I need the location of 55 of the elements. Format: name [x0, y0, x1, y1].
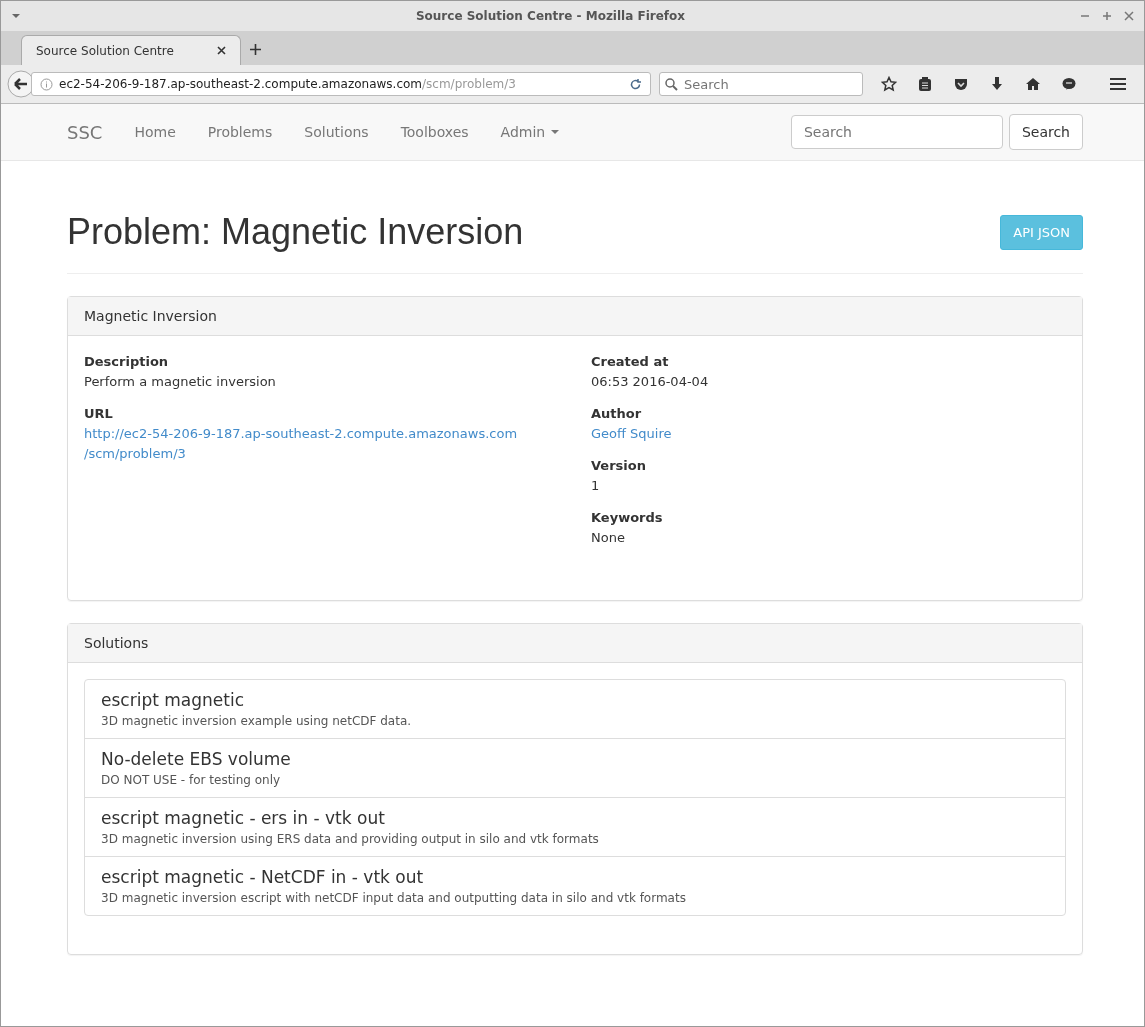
- solution-name: escript magnetic - NetCDF in - vtk out: [101, 867, 425, 887]
- window-menu-icon[interactable]: [11, 13, 21, 19]
- field-label: Author: [591, 405, 643, 423]
- solution-description: 3D magnetic inversion escript with netCDF input data and outputting data in silo and vtk formats: [101, 891, 687, 905]
- browser-search-field[interactable]: Search: [659, 72, 863, 96]
- search-icon: [665, 78, 678, 91]
- caret-icon: [551, 129, 560, 135]
- field-label: Keywords: [591, 509, 664, 527]
- new-tab-icon[interactable]: [249, 43, 262, 56]
- maximize-icon[interactable]: [1102, 11, 1112, 21]
- pocket-icon[interactable]: [953, 76, 969, 92]
- solution-item[interactable]: No-delete EBS volume DO NOT USE - for testing only: [85, 738, 1065, 797]
- tab-title: Source Solution Centre: [36, 43, 174, 58]
- solution-item[interactable]: escript magnetic 3D magnetic inversion example using netCDF data.: [85, 680, 1065, 738]
- solution-description: 3D magnetic inversion example using netCDF data.: [101, 714, 413, 728]
- search-button[interactable]: Search: [1008, 114, 1083, 150]
- field-value: Perform a magnetic inversion: [84, 373, 277, 391]
- field-label: Version: [591, 457, 647, 475]
- window-title: Source Solution Centre - Mozilla Firefox: [414, 9, 687, 23]
- field-value: 1: [591, 477, 601, 495]
- field-label: Created at: [591, 353, 670, 371]
- panel-heading: Magnetic Inversion: [84, 308, 217, 324]
- field-link[interactable]: Geoff Squire: [591, 424, 709, 444]
- search-field[interactable]: Search: [790, 115, 1003, 149]
- panel-heading: Solutions: [84, 635, 149, 651]
- page-title: Problem: Magnetic Inversion: [67, 211, 524, 253]
- field-label: Description: [84, 353, 170, 371]
- close-icon[interactable]: [217, 46, 226, 55]
- brand-link[interactable]: SSC: [67, 121, 103, 143]
- solution-description: DO NOT USE - for testing only: [101, 773, 282, 787]
- url-text: ec2-54-206-9-187.ap-southeast-2.compute.amazonaws.com/scm/problem/3: [59, 77, 517, 91]
- solution-name: escript magnetic - ers in - vtk out: [101, 808, 386, 828]
- solution-item[interactable]: escript magnetic - NetCDF in - vtk out 3D magnetic inversion escript with netCDF input data and outputting data in silo and vtk formats: [85, 856, 1065, 915]
- field-value: 06:53 2016-04-04: [591, 373, 709, 391]
- menu-icon[interactable]: [1109, 76, 1127, 92]
- nav-link[interactable]: Solutions: [304, 124, 369, 140]
- field-value: None: [591, 529, 626, 547]
- nav-link[interactable]: Toolboxes: [400, 124, 469, 140]
- nav-dropdown[interactable]: Admin: [500, 124, 560, 140]
- field-link[interactable]: http://ec2-54-206-9-187.ap-southeast-2.compute.amazonaws.com /scm/problem/3: [84, 424, 591, 464]
- download-icon[interactable]: [989, 76, 1005, 92]
- chat-icon[interactable]: [1061, 76, 1077, 92]
- solution-item[interactable]: escript magnetic - ers in - vtk out 3D magnetic inversion using ERS data and providing output in silo and vtk formats: [85, 797, 1065, 856]
- browser-tab[interactable]: Source Solution Centre: [21, 35, 241, 65]
- solution-name: No-delete EBS volume: [101, 749, 292, 769]
- field-label: URL: [84, 405, 114, 423]
- home-icon[interactable]: [1025, 76, 1041, 92]
- solution-description: 3D magnetic inversion using ERS data and providing output in silo and vtk formats: [101, 832, 600, 846]
- clipboard-icon[interactable]: [917, 76, 933, 92]
- nav-link[interactable]: Problems: [207, 124, 273, 140]
- nav-link[interactable]: Home: [134, 124, 176, 140]
- address-bar[interactable]: ec2-54-206-9-187.ap-southeast-2.compute.amazonaws.com/scm/problem/3: [31, 72, 651, 96]
- solution-name: escript magnetic: [101, 690, 245, 710]
- star-icon[interactable]: [881, 76, 897, 92]
- reload-icon[interactable]: [629, 77, 642, 91]
